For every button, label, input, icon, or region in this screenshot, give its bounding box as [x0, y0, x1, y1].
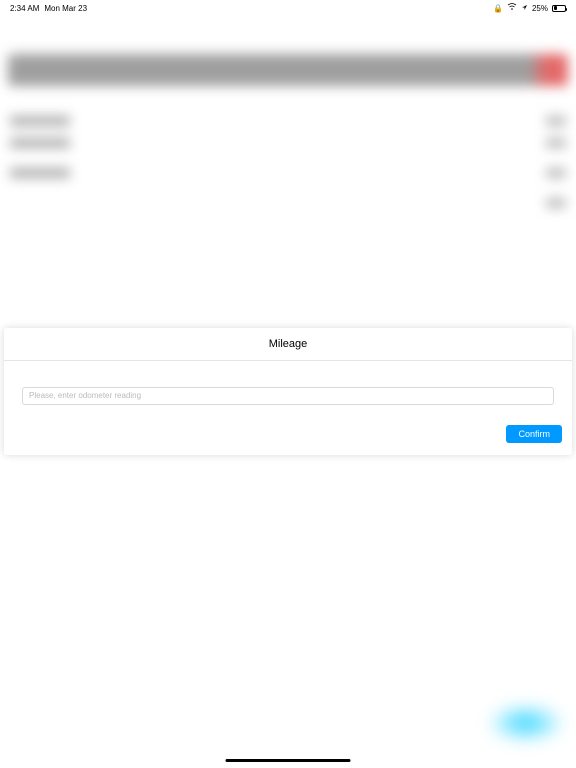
- home-indicator[interactable]: [226, 759, 351, 762]
- battery-percent: 25%: [532, 4, 548, 13]
- modal-footer: Confirm: [4, 417, 572, 455]
- help-bubble[interactable]: [486, 703, 566, 743]
- modal-title: Mileage: [4, 328, 572, 361]
- confirm-button[interactable]: Confirm: [506, 425, 562, 443]
- status-date: Mon Mar 23: [44, 4, 87, 13]
- status-bar: 2:34 AM Mon Mar 23 🔒 25%: [0, 0, 576, 14]
- background-blur-layer: [0, 14, 576, 294]
- status-left: 2:34 AM Mon Mar 23: [10, 4, 87, 13]
- orientation-lock-icon: 🔒: [493, 4, 503, 13]
- wifi-icon: [507, 3, 517, 13]
- odometer-input[interactable]: [22, 387, 554, 405]
- status-right: 🔒 25%: [493, 3, 566, 13]
- status-time: 2:34 AM: [10, 4, 39, 13]
- mileage-modal: Mileage Confirm: [4, 328, 572, 455]
- location-icon: [521, 4, 528, 13]
- modal-body: [4, 361, 572, 417]
- battery-icon: [552, 5, 566, 12]
